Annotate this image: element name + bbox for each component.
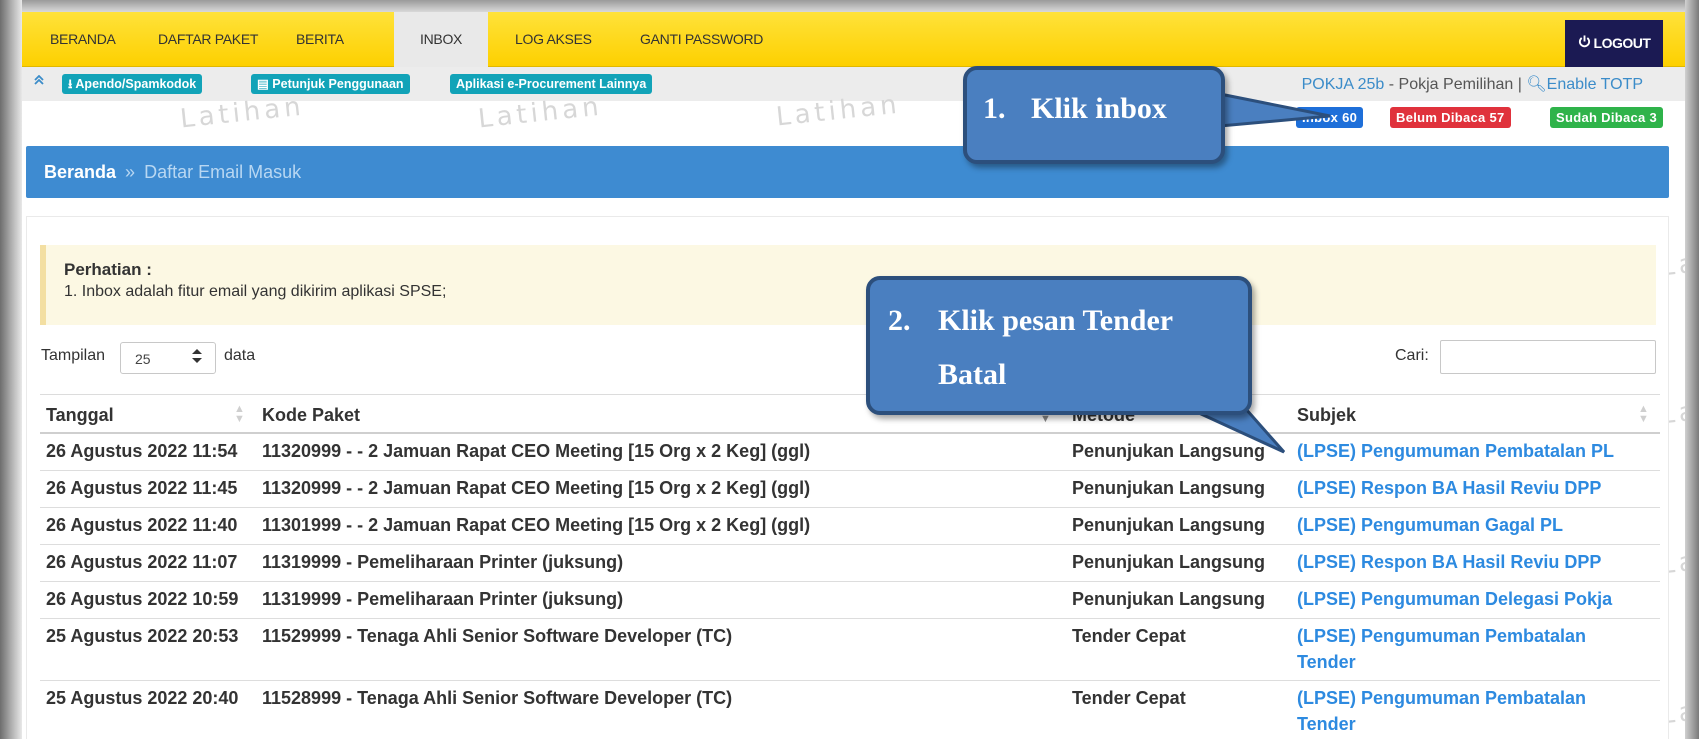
window-shadow-right: [1685, 0, 1699, 739]
callout-tails: [1187, 92, 1331, 454]
callout-step-1: 1. Klik inbox: [963, 66, 1225, 164]
callout-2-number: 2.: [888, 304, 911, 337]
callout-step-2: 2. Klik pesan Tender Batal: [866, 276, 1252, 415]
callout-2-line1: Klik pesan Tender: [938, 304, 1174, 337]
screen: BERANDA DAFTAR PAKET BERITA INBOX LOG AK…: [0, 0, 1699, 739]
callout-1-tail: [1218, 92, 1331, 128]
callout-2-line2: Batal: [938, 358, 1007, 391]
callout-1-number: 1.: [983, 92, 1006, 125]
callout-1-text: Klik inbox: [1031, 92, 1167, 125]
